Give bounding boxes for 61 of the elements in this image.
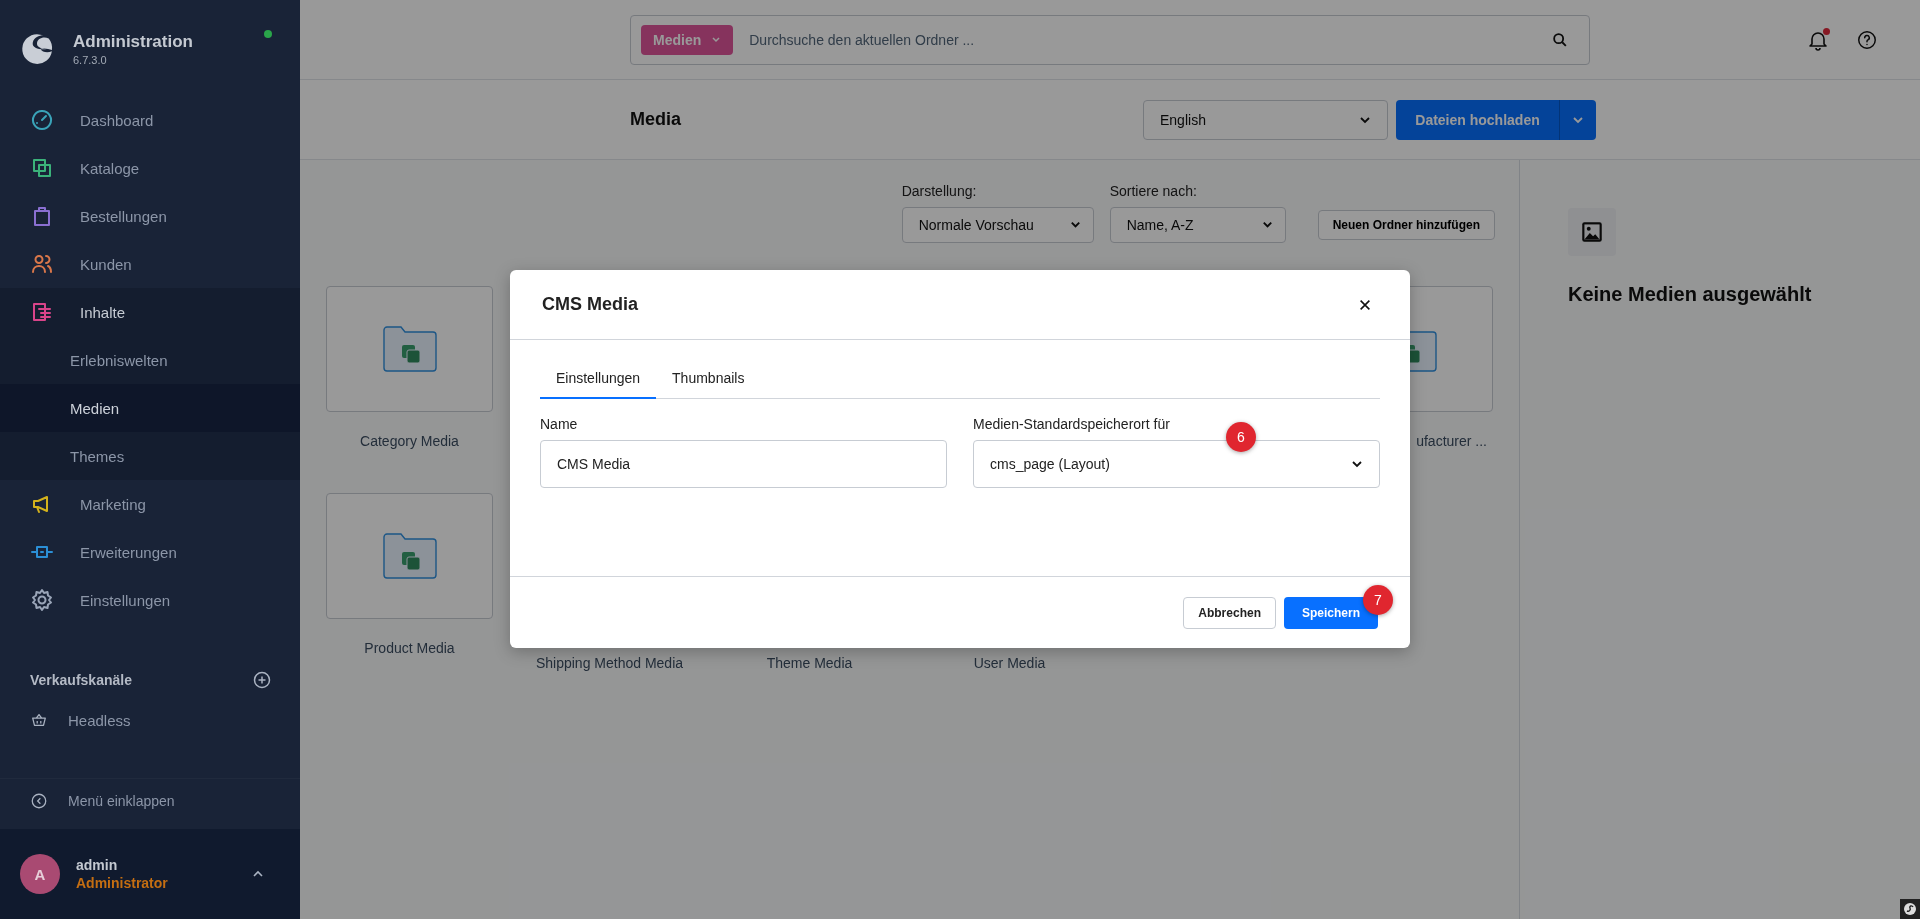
caret-icon (711, 36, 722, 43)
nav-subitem[interactable]: Themes (0, 432, 300, 480)
add-icon[interactable] (252, 670, 272, 690)
modal-title: CMS Media (542, 294, 638, 315)
folder-name: User Media (973, 655, 1046, 671)
channel-item[interactable]: Headless (0, 696, 300, 744)
folder-name: Category Media (360, 433, 459, 449)
basket-icon (30, 711, 48, 729)
empty-selection-text: Keine Medien ausgewählt (1568, 283, 1813, 306)
sort-select[interactable]: Name, A-Z (1109, 207, 1286, 243)
nav-item[interactable]: Erweiterungen (0, 528, 300, 576)
chevron-down-icon (1261, 221, 1273, 229)
name-input[interactable]: CMS Media (540, 440, 947, 488)
nav-item[interactable]: Einstellungen (0, 576, 300, 624)
chevron-left-icon (30, 792, 48, 810)
folder-name: Product Media (364, 640, 455, 656)
search-icon[interactable] (1551, 30, 1569, 49)
new-folder-button[interactable]: Neuen Ordner hinzufügen (1317, 210, 1495, 240)
image-placeholder-icon (1568, 208, 1616, 256)
chevron-down-icon (1572, 115, 1584, 124)
help-icon[interactable] (1856, 28, 1878, 51)
nav-item[interactable]: Kunden (0, 240, 300, 288)
folder-icon (382, 533, 437, 579)
chevron-down-icon (1069, 221, 1081, 229)
step-badge: 7 (1363, 585, 1393, 615)
nav-subitem[interactable]: Erlebniswelten (0, 336, 300, 384)
chevron-down-icon (1351, 460, 1363, 468)
nav-item[interactable]: Bestellungen (0, 192, 300, 240)
avatar: A (20, 854, 60, 894)
nav-subitem[interactable]: Medien (0, 384, 300, 432)
nav-item[interactable]: Kataloge (0, 144, 300, 192)
upload-options-button[interactable] (1559, 99, 1596, 140)
user-name: admin (76, 857, 119, 873)
folder-name: Theme Media (766, 655, 853, 671)
nav-item[interactable]: Dashboard (0, 96, 300, 144)
tab[interactable]: Thumbnails (656, 360, 761, 399)
page-title: Media (630, 109, 682, 130)
field-label: Sortiere nach: (1109, 183, 1198, 199)
field-label: Darstellung: (901, 183, 978, 199)
nav-item[interactable]: Marketing (0, 480, 300, 528)
version-label: 6.7.3.0 (73, 54, 108, 66)
folder-name: ufacturer ... (1416, 433, 1487, 449)
upload-button[interactable]: Dateien hochladen (1396, 99, 1559, 140)
language-select[interactable]: English (1143, 99, 1388, 140)
tab[interactable]: Einstellungen (540, 360, 657, 399)
nav-item[interactable]: Inhalte (0, 288, 300, 336)
logo-icon (20, 32, 54, 66)
field-label: Medien-Standardspeicherort für (973, 416, 1171, 432)
chevron-up-icon[interactable] (252, 870, 264, 878)
step-badge: 6 (1226, 422, 1256, 452)
cancel-button[interactable]: Abbrechen (1183, 596, 1276, 629)
close-icon[interactable] (1358, 297, 1372, 312)
view-select[interactable]: Normale Vorschau (901, 207, 1094, 243)
folder-name: Shipping Method Media (535, 655, 684, 671)
section-heading: Verkaufskanäle (30, 672, 132, 688)
field-label: Name (540, 416, 579, 432)
chevron-down-icon (1359, 115, 1371, 124)
app-title: Administration (73, 32, 193, 52)
debug-toolbar-icon[interactable] (1900, 899, 1920, 919)
folder-icon (382, 326, 437, 372)
user-role: Administrator (76, 875, 168, 891)
